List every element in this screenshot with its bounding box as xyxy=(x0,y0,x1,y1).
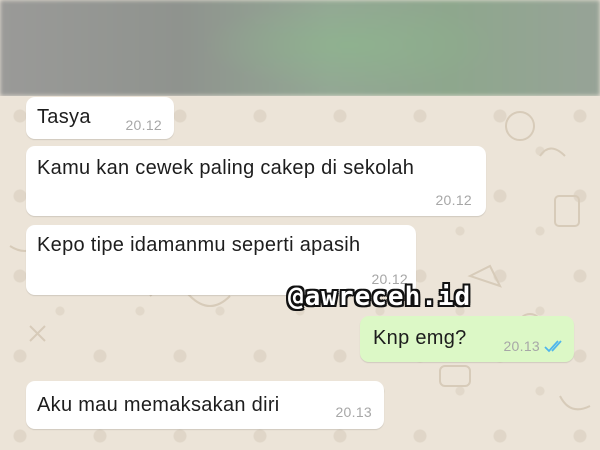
incoming-message-bubble[interactable]: Aku mau memaksakan diri 20.13 xyxy=(26,381,384,429)
blurred-header-area xyxy=(0,0,600,96)
message-text: Knp emg? xyxy=(373,327,467,349)
read-double-tick-icon xyxy=(544,340,562,353)
message-text: Kepo tipe idamanmu seperti apasih xyxy=(37,234,361,256)
message-timestamp: 20.12 xyxy=(125,117,162,133)
message-text: Tasya xyxy=(37,106,91,128)
message-timestamp: 20.12 xyxy=(435,192,472,208)
incoming-message-bubble[interactable]: Tasya 20.12 xyxy=(26,97,174,139)
message-text: Aku mau memaksakan diri xyxy=(37,394,280,416)
outgoing-message-bubble[interactable]: Knp emg? 20.13 xyxy=(360,316,574,362)
incoming-message-bubble[interactable]: Kamu kan cewek paling cakep di sekolah 2… xyxy=(26,146,486,216)
message-timestamp: 20.13 xyxy=(335,404,372,420)
watermark-text: @awreceh.id xyxy=(288,282,472,312)
message-timestamp: 20.13 xyxy=(503,338,540,354)
message-text: Kamu kan cewek paling cakep di sekolah xyxy=(37,157,415,179)
